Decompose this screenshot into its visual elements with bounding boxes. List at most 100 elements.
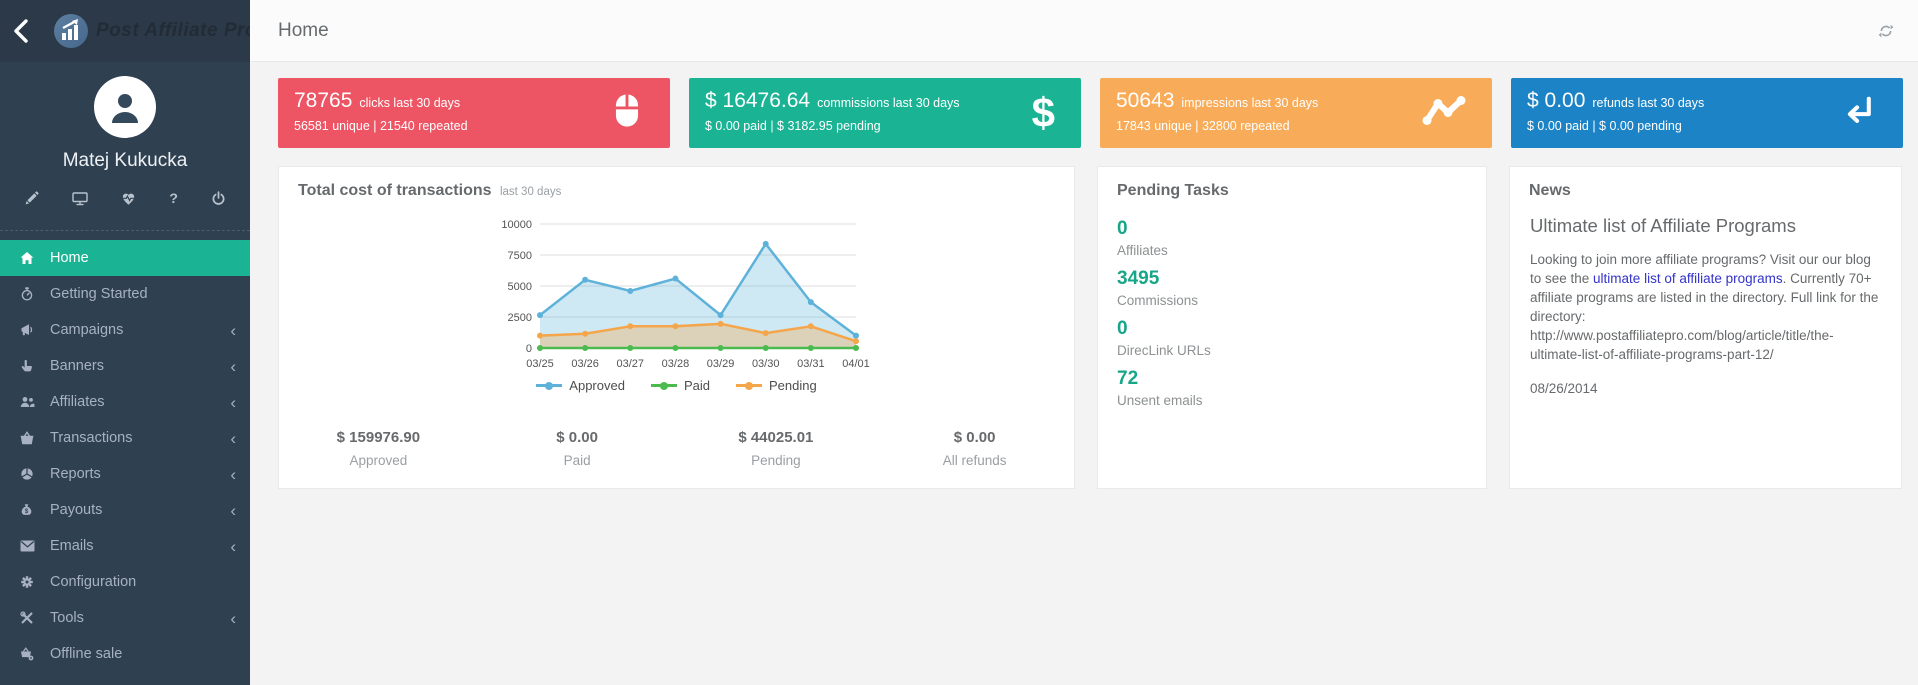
megaphone-icon (20, 323, 50, 337)
sidebar-item-campaigns[interactable]: Campaigns ‹ (0, 312, 250, 348)
clicks-label: clicks last 30 days (359, 96, 460, 110)
svg-text:10000: 10000 (501, 219, 532, 231)
news-title: News (1529, 182, 1571, 199)
menu-label: Affiliates (50, 394, 230, 410)
clicks-stat-card[interactable]: 78765 clicks last 30 days 56581 unique |… (278, 78, 670, 148)
total-all-refunds: $ 0.00 All refunds (875, 429, 1074, 468)
news-article-title: Ultimate list of Affiliate Programs (1530, 215, 1881, 237)
menu-label: Transactions (50, 430, 230, 446)
legend-paid: Paid (651, 378, 710, 393)
total-paid-label: Paid (478, 453, 677, 468)
hand-pointer-icon (20, 359, 50, 373)
legend-pending: Pending (736, 378, 817, 393)
svg-text:03/31: 03/31 (797, 358, 825, 370)
monitor-icon[interactable] (72, 190, 88, 206)
gear-icon (20, 575, 50, 589)
menu-label: Home (50, 250, 236, 266)
basket-icon (20, 431, 50, 445)
quick-actions-row: ? (0, 190, 250, 206)
total-pending: $ 44025.01 Pending (677, 429, 876, 468)
sidebar-item-emails[interactable]: Emails ‹ (0, 528, 250, 564)
profile-section: Matej Kukucka (0, 62, 250, 231)
sidebar-header: Post Affiliate Pro (0, 0, 250, 62)
sidebar-item-home[interactable]: Home (0, 240, 250, 276)
total-all-refunds-value: $ 0.00 (875, 429, 1074, 446)
sidebar-item-transactions[interactable]: Transactions ‹ (0, 420, 250, 456)
pie-chart-icon (20, 467, 50, 481)
menu-label: Reports (50, 466, 230, 482)
news-article-link[interactable]: ultimate list of affiliate programs (1593, 271, 1783, 286)
transactions-panel-header: Total cost of transactions last 30 days (279, 167, 1074, 200)
news-article-date: 08/26/2014 (1530, 381, 1881, 396)
submenu-chevron-icon: ‹ (230, 322, 236, 339)
legend-label: Pending (769, 378, 817, 393)
legend-label: Approved (569, 378, 625, 393)
pending-tasks-panel: Pending Tasks 0 Affiliates 3495 Commissi… (1097, 166, 1487, 489)
task-affiliates-value[interactable]: 0 (1117, 218, 1467, 240)
news-body: Ultimate list of Affiliate Programs Look… (1510, 215, 1901, 396)
refunds-stat-card[interactable]: $ 0.00 refunds last 30 days $ 0.00 paid … (1511, 78, 1903, 148)
svg-text:7500: 7500 (507, 250, 531, 262)
legend-marker-paid (651, 384, 677, 387)
heartbeat-icon[interactable] (121, 190, 136, 206)
menu-label: Banners (50, 358, 230, 374)
task-commissions: 3495 Commissions (1117, 268, 1467, 308)
transactions-chart-block: 02500500075001000003/2503/2603/2703/2803… (482, 214, 872, 393)
dollar-icon: $ (1032, 92, 1055, 134)
menu-label: Payouts (50, 502, 230, 518)
page-title: Home (278, 20, 1878, 42)
sidebar-item-banners[interactable]: Banners ‹ (0, 348, 250, 384)
submenu-chevron-icon: ‹ (230, 610, 236, 627)
commissions-stat-card[interactable]: $ 16476.64 commissions last 30 days $ 0.… (689, 78, 1081, 148)
svg-text:03/26: 03/26 (571, 358, 599, 370)
transactions-line-chart: 02500500075001000003/2503/2603/2703/2803… (482, 214, 872, 376)
svg-text:03/30: 03/30 (751, 358, 779, 370)
logo-growth-icon (54, 14, 88, 48)
money-bag-icon: $ (20, 503, 50, 517)
total-pending-label: Pending (677, 453, 876, 468)
mouse-icon (610, 90, 644, 137)
refunds-value: $ 0.00 (1527, 89, 1585, 113)
legend-marker-pending (736, 384, 762, 387)
task-direclink-urls-value[interactable]: 0 (1117, 318, 1467, 340)
clicks-value: 78765 (294, 89, 352, 113)
svg-text:2500: 2500 (507, 312, 531, 324)
tools-icon (20, 611, 50, 625)
menu-label: Offline sale (50, 646, 236, 662)
sidebar-item-offline-sale[interactable]: Offline sale (0, 636, 250, 672)
menu-label: Campaigns (50, 322, 230, 338)
chevron-left-icon (10, 16, 32, 46)
sidebar-item-configuration[interactable]: Configuration (0, 564, 250, 600)
svg-text:03/25: 03/25 (526, 358, 554, 370)
legend-label: Paid (684, 378, 710, 393)
sidebar-menu: Home Getting Started Campaigns ‹ (0, 240, 250, 672)
legend-marker-approved (536, 384, 562, 387)
envelope-icon (20, 540, 50, 552)
refunds-sub: $ 0.00 paid | $ 0.00 pending (1527, 119, 1887, 133)
sidebar-item-tools[interactable]: Tools ‹ (0, 600, 250, 636)
app-logo[interactable]: Post Affiliate Pro (54, 14, 257, 48)
question-icon[interactable]: ? (169, 190, 178, 206)
news-header: News (1510, 167, 1901, 200)
refunds-label: refunds last 30 days (1592, 96, 1704, 110)
total-approved-label: Approved (279, 453, 478, 468)
sidebar-item-payouts[interactable]: $ Payouts ‹ (0, 492, 250, 528)
total-all-refunds-label: All refunds (875, 453, 1074, 468)
collapse-sidebar-button[interactable] (10, 11, 32, 51)
impressions-value: 50643 (1116, 89, 1174, 113)
power-icon[interactable] (211, 190, 226, 206)
menu-label: Emails (50, 538, 230, 554)
panels-row: Total cost of transactions last 30 days … (278, 166, 1903, 489)
sidebar-item-getting-started[interactable]: Getting Started (0, 276, 250, 312)
refresh-button[interactable] (1878, 23, 1894, 39)
impressions-stat-card[interactable]: 50643 impressions last 30 days 17843 uni… (1100, 78, 1492, 148)
sidebar-item-reports[interactable]: Reports ‹ (0, 456, 250, 492)
home-icon (20, 251, 50, 265)
logo-text: Post Affiliate Pro (96, 20, 257, 42)
pencil-icon[interactable] (24, 190, 39, 206)
task-direclink-urls: 0 DirecLink URLs (1117, 318, 1467, 358)
legend-approved: Approved (536, 378, 625, 393)
task-unsent-emails-value[interactable]: 72 (1117, 368, 1467, 390)
task-commissions-value[interactable]: 3495 (1117, 268, 1467, 290)
sidebar-item-affiliates[interactable]: Affiliates ‹ (0, 384, 250, 420)
